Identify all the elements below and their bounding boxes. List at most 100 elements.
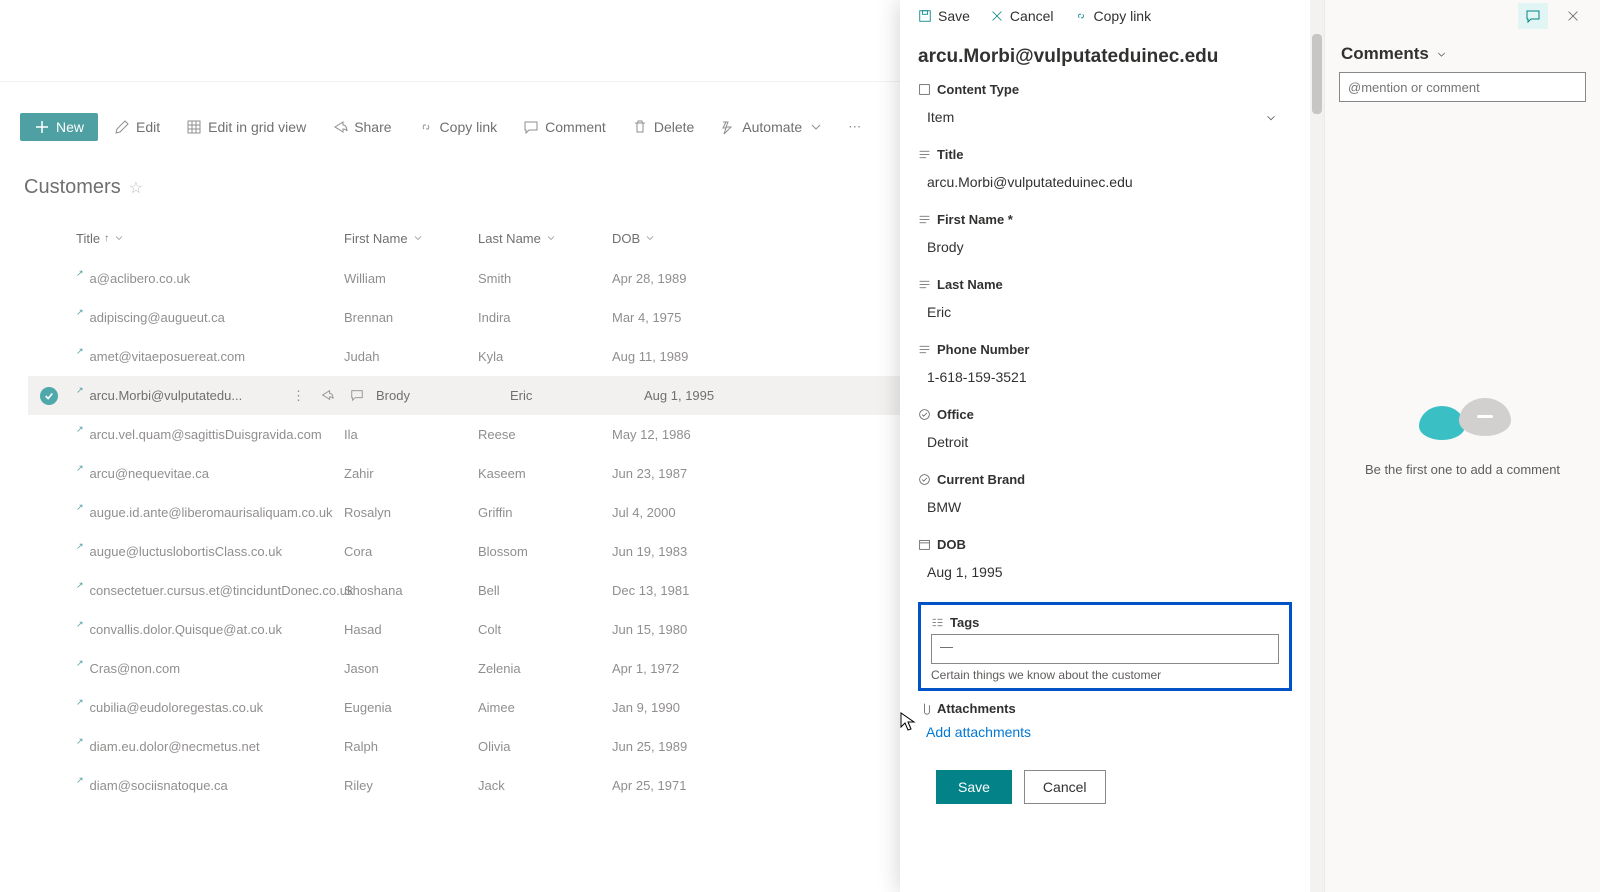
firstname-label: First Name * bbox=[937, 212, 1013, 227]
row-dob: Jun 15, 1980 bbox=[612, 622, 746, 637]
list-title: Customers bbox=[24, 176, 121, 199]
chevron-down-icon bbox=[1435, 48, 1448, 61]
scrollbar-thumb[interactable] bbox=[1312, 34, 1322, 114]
row-actions: ⋮ bbox=[292, 388, 376, 404]
brand-label: Current Brand bbox=[937, 472, 1025, 487]
field-content-type: Content Type bbox=[918, 82, 1292, 133]
header-lastname[interactable]: Last Name bbox=[478, 231, 612, 246]
panel-save-top[interactable]: Save bbox=[910, 4, 978, 28]
link-icon: ↗ bbox=[76, 268, 84, 279]
row-title[interactable]: ↗arcu.vel.quam@sagittisDuisgravida.com bbox=[76, 427, 344, 442]
grid-edit-button[interactable]: Edit in grid view bbox=[176, 113, 316, 141]
panel-main: Save Cancel Copy link arcu.Morbi@vulputa… bbox=[900, 0, 1310, 892]
header-fn-text: First Name bbox=[344, 231, 408, 246]
comments-toggle-button[interactable] bbox=[1518, 3, 1548, 29]
tags-hint: Certain things we know about the custome… bbox=[931, 668, 1279, 682]
panel-save-label: Save bbox=[938, 8, 970, 24]
overflow-button[interactable]: ⋯ bbox=[840, 113, 869, 141]
delete-label: Delete bbox=[654, 119, 694, 135]
panel-cancel-top[interactable]: Cancel bbox=[982, 4, 1062, 28]
row-lastname: Kyla bbox=[478, 349, 612, 364]
link-icon bbox=[1074, 9, 1088, 23]
row-title[interactable]: ↗diam.eu.dolor@necmetus.net bbox=[76, 739, 344, 754]
row-title[interactable]: ↗a@aclibero.co.uk bbox=[76, 271, 344, 286]
link-icon: ↗ bbox=[76, 463, 84, 474]
calendar-icon bbox=[918, 538, 931, 551]
panel-copylink-top[interactable]: Copy link bbox=[1066, 4, 1160, 28]
panel-scroll[interactable]: arcu.Morbi@vulputateduinec.edu Content T… bbox=[900, 32, 1310, 892]
row-title[interactable]: ↗arcu@nequevitae.ca bbox=[76, 466, 344, 481]
row-firstname: Zahir bbox=[344, 466, 478, 481]
choice-icon bbox=[918, 408, 931, 421]
edit-label: Edit bbox=[136, 119, 160, 135]
panel-title: arcu.Morbi@vulputateduinec.edu bbox=[918, 32, 1292, 82]
row-title[interactable]: ↗cubilia@eudoloregestas.co.uk bbox=[76, 700, 344, 715]
comment-input[interactable] bbox=[1339, 72, 1586, 102]
header-dob[interactable]: DOB bbox=[612, 231, 746, 246]
row-title[interactable]: ↗consectetuer.cursus.et@tinciduntDonec.c… bbox=[76, 583, 344, 598]
row-firstname: Rosalyn bbox=[344, 505, 478, 520]
title-input[interactable] bbox=[918, 166, 1292, 198]
row-title[interactable]: ↗convallis.dolor.Quisque@at.co.uk bbox=[76, 622, 344, 637]
share-icon[interactable] bbox=[320, 388, 334, 402]
save-button[interactable]: Save bbox=[936, 770, 1012, 804]
firstname-input[interactable] bbox=[918, 231, 1292, 263]
comment-icon[interactable] bbox=[350, 388, 364, 402]
office-input[interactable] bbox=[918, 426, 1292, 458]
field-phone: Phone Number bbox=[918, 342, 1292, 393]
content-type-value[interactable] bbox=[918, 101, 1292, 133]
row-title[interactable]: ↗augue.id.ante@liberomaurisaliquam.co.uk bbox=[76, 505, 344, 520]
cancel-button[interactable]: Cancel bbox=[1024, 770, 1106, 804]
row-more-icon[interactable]: ⋮ bbox=[292, 388, 304, 404]
field-dob: DOB bbox=[918, 537, 1292, 588]
selected-check-icon[interactable] bbox=[40, 387, 58, 405]
automate-button[interactable]: Automate bbox=[710, 113, 834, 141]
text-icon bbox=[918, 213, 931, 226]
chevron-down-icon bbox=[644, 232, 656, 244]
row-dob: Mar 4, 1975 bbox=[612, 310, 746, 325]
brand-input[interactable] bbox=[918, 491, 1292, 523]
row-title[interactable]: ↗Cras@non.com bbox=[76, 661, 344, 676]
row-title[interactable]: ↗augue@luctuslobortisClass.co.uk bbox=[76, 544, 344, 559]
share-icon bbox=[332, 119, 348, 135]
new-button[interactable]: New bbox=[20, 113, 98, 141]
sort-asc-icon: ↑ bbox=[104, 233, 109, 244]
row-firstname: Jason bbox=[344, 661, 478, 676]
copy-link-button[interactable]: Copy link bbox=[408, 113, 508, 141]
phone-input[interactable] bbox=[918, 361, 1292, 393]
chevron-down-icon bbox=[545, 232, 557, 244]
comment-button[interactable]: Comment bbox=[513, 113, 616, 141]
row-lastname: Indira bbox=[478, 310, 612, 325]
favorite-star-icon[interactable]: ☆ bbox=[129, 178, 143, 198]
row-firstname: Ila bbox=[344, 427, 478, 442]
text-icon bbox=[918, 148, 931, 161]
row-title[interactable]: ↗adipiscing@augueut.ca bbox=[76, 310, 344, 325]
share-button[interactable]: Share bbox=[322, 113, 401, 141]
panel-scrollbar[interactable] bbox=[1310, 0, 1324, 892]
comments-header[interactable]: Comments bbox=[1325, 32, 1600, 72]
row-title[interactable]: ↗amet@vitaeposuereat.com bbox=[76, 349, 344, 364]
flow-icon bbox=[720, 119, 736, 135]
delete-button[interactable]: Delete bbox=[622, 113, 704, 141]
dob-input[interactable] bbox=[918, 556, 1292, 588]
row-lastname: Smith bbox=[478, 271, 612, 286]
choice-icon bbox=[918, 473, 931, 486]
field-firstname: First Name * bbox=[918, 212, 1292, 263]
comment-icon bbox=[1525, 8, 1541, 24]
add-attachments-link[interactable]: Add attachments bbox=[918, 720, 1292, 756]
chat-illustration-icon bbox=[1413, 398, 1513, 448]
edit-button[interactable]: Edit bbox=[104, 113, 170, 141]
tags-input[interactable]: — bbox=[931, 634, 1279, 664]
phone-label: Phone Number bbox=[937, 342, 1029, 357]
content-type-select[interactable] bbox=[918, 101, 1292, 133]
lastname-input[interactable] bbox=[918, 296, 1292, 328]
tags-label: Tags bbox=[950, 615, 979, 630]
header-firstname[interactable]: First Name bbox=[344, 231, 478, 246]
link-icon: ↗ bbox=[76, 541, 84, 552]
row-title[interactable]: ↗diam@sociisnatoque.ca bbox=[76, 778, 344, 793]
link-icon: ↗ bbox=[76, 697, 84, 708]
header-title[interactable]: Title ↑ bbox=[76, 231, 344, 246]
link-icon: ↗ bbox=[76, 580, 84, 591]
close-panel-button[interactable] bbox=[1558, 3, 1588, 29]
link-icon: ↗ bbox=[76, 424, 84, 435]
